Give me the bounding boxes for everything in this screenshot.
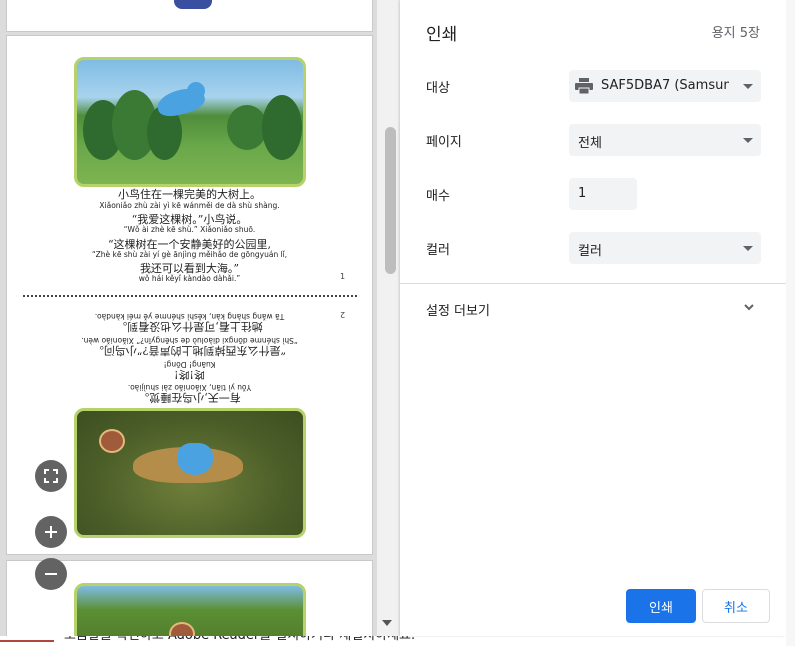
chevron-down-icon bbox=[743, 246, 753, 251]
story-line-chinese: 有一天,小鸟在睡觉。 bbox=[138, 391, 241, 404]
expand-chevron-icon[interactable] bbox=[742, 300, 756, 314]
destination-label: 대상 bbox=[426, 81, 450, 96]
fold-line bbox=[23, 295, 357, 297]
chevron-down-icon bbox=[743, 84, 753, 89]
destination-value: SAF5DBA7 (Samsung bbox=[601, 78, 729, 93]
cancel-button[interactable]: 취소 bbox=[702, 589, 770, 623]
fit-to-page-icon bbox=[44, 469, 58, 483]
window-edge bbox=[786, 0, 795, 646]
fit-to-page-button[interactable] bbox=[35, 460, 67, 492]
scrollbar-thumb[interactable] bbox=[385, 127, 396, 274]
more-settings-toggle[interactable]: 설정 더보기 bbox=[426, 300, 490, 319]
print-preview-area: 小鸟住在一棵完美的大树上。 Xiǎoniǎo zhù zài yì kē wán… bbox=[0, 0, 400, 636]
story-line-pinyin: Xiǎoniǎo zhù zài yì kē wánměi de dà shù … bbox=[99, 201, 280, 210]
story-line-pinyin: wǒ hái kěyǐ kàndào dàhǎi.” bbox=[138, 274, 241, 283]
story-line-chinese: 小鸟住在一棵完美的大树上。 bbox=[118, 188, 261, 201]
pages-value: 전체 bbox=[578, 136, 602, 151]
illustration-snail-falling bbox=[74, 583, 306, 636]
pages-label: 페이지 bbox=[426, 135, 462, 150]
scroll-down-arrow-icon[interactable] bbox=[382, 620, 392, 626]
destination-select[interactable]: SAF5DBA7 (Samsung bbox=[569, 70, 761, 102]
print-dialog-title: 인쇄 bbox=[426, 25, 458, 45]
print-button[interactable]: 인쇄 bbox=[626, 589, 696, 623]
divider bbox=[400, 283, 786, 284]
page-number: 1 bbox=[340, 272, 346, 281]
zoom-out-button[interactable] bbox=[35, 558, 67, 590]
story-line-pinyin: “Wǒ ài zhè kē shù.” Xiǎoniǎo shuō. bbox=[123, 225, 256, 234]
copies-label: 매수 bbox=[426, 189, 450, 204]
preview-scrollbar[interactable] bbox=[377, 0, 400, 636]
color-label: 컬러 bbox=[426, 243, 450, 258]
publisher-logo bbox=[174, 0, 212, 9]
story-line-pinyin: “Zhè kē shù zài yí gè ānjìng měihǎo de g… bbox=[91, 250, 288, 259]
copies-input[interactable]: 1 bbox=[569, 178, 637, 210]
illustration-bird-in-park bbox=[74, 57, 306, 187]
sheet-count: 용지 5장 bbox=[711, 26, 760, 41]
story-line-chinese: 咚!咚! bbox=[174, 368, 205, 381]
plus-icon bbox=[45, 526, 57, 538]
color-value: 컬러 bbox=[578, 244, 602, 259]
printer-icon bbox=[575, 78, 593, 94]
story-line-chinese: 她往上看,可是什么也没看到。 bbox=[116, 320, 263, 333]
color-select[interactable]: 컬러 bbox=[569, 232, 761, 264]
illustration-bird-and-nest bbox=[74, 408, 306, 538]
copies-value: 1 bbox=[578, 186, 587, 201]
chevron-down-icon bbox=[743, 138, 753, 143]
print-settings-panel: 인쇄 용지 5장 대상 SAF5DBA7 (Samsung 페이지 전체 매수 … bbox=[400, 0, 786, 636]
zoom-in-button[interactable] bbox=[35, 516, 67, 548]
preview-page-previous bbox=[6, 0, 373, 32]
pages-select[interactable]: 전체 bbox=[569, 124, 761, 156]
story-line-chinese: “是什么东西掉到地上的声音?”小鸟问。 bbox=[92, 344, 287, 357]
minus-icon bbox=[45, 573, 57, 575]
